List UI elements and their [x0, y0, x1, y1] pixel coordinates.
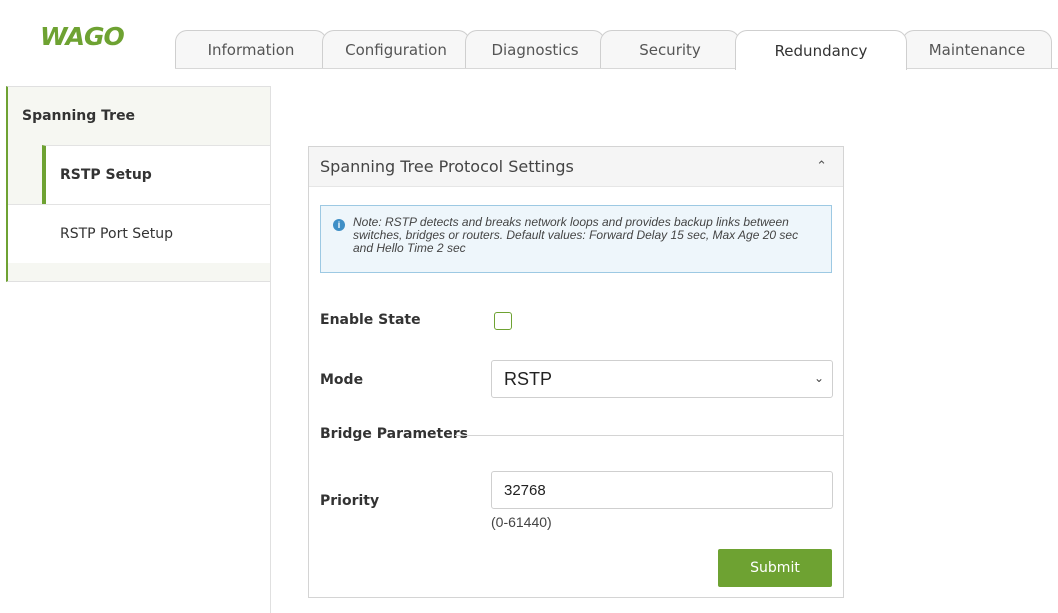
tab-diagnostics[interactable]: Diagnostics: [465, 30, 605, 68]
mode-label: Mode: [320, 372, 364, 388]
priority-range-hint: (0-61440): [491, 514, 552, 530]
mode-select-value: RSTP: [504, 368, 553, 389]
info-note: i Note: RSTP detects and breaks network …: [320, 205, 832, 273]
sidebar: Spanning Tree RSTP Setup RSTP Port Setup: [6, 86, 270, 282]
sidebar-item-rstp-setup[interactable]: RSTP Setup: [42, 145, 270, 204]
sidebar-item-rstp-port-setup[interactable]: RSTP Port Setup: [8, 204, 270, 263]
sidebar-group-spanning-tree[interactable]: Spanning Tree: [8, 87, 270, 145]
info-icon: i: [333, 219, 345, 231]
priority-label: Priority: [320, 493, 380, 509]
tab-redundancy[interactable]: Redundancy: [735, 30, 907, 70]
tab-security[interactable]: Security: [600, 30, 740, 68]
enable-state-checkbox[interactable]: [494, 312, 512, 330]
tab-configuration[interactable]: Configuration: [322, 30, 470, 68]
bridge-parameters-legend: Bridge Parameters: [320, 426, 468, 442]
priority-input[interactable]: 32768: [491, 471, 833, 509]
tabbar-divider: [175, 68, 1058, 69]
info-note-text: Note: RSTP detects and breaks network lo…: [353, 215, 799, 255]
panel-title: Spanning Tree Protocol Settings: [320, 157, 574, 176]
chevron-down-icon: ⌄: [813, 371, 824, 385]
priority-input-value: 32768: [504, 481, 546, 499]
fieldset-divider: [455, 435, 843, 436]
panel-header[interactable]: Spanning Tree Protocol Settings ⌃: [309, 147, 843, 187]
content-divider: [270, 86, 271, 613]
chevron-up-icon[interactable]: ⌃: [816, 159, 827, 174]
submit-button[interactable]: Submit: [718, 549, 832, 587]
main-tabs: Information Configuration Diagnostics Se…: [0, 0, 1058, 70]
stp-settings-panel: Spanning Tree Protocol Settings ⌃ i Note…: [308, 146, 844, 598]
enable-state-label: Enable State: [320, 312, 421, 328]
tab-information[interactable]: Information: [175, 30, 327, 68]
mode-select[interactable]: RSTP ⌄: [491, 360, 833, 398]
tab-maintenance[interactable]: Maintenance: [902, 30, 1052, 68]
